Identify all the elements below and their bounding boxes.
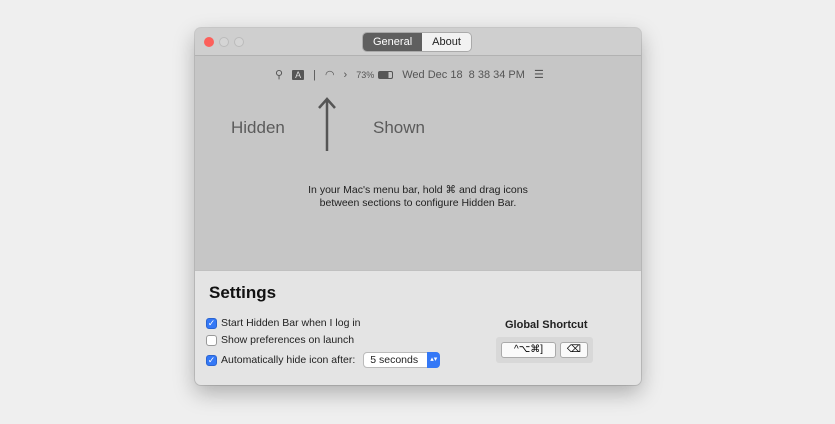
stepper-chevrons-icon: ▴▾ (427, 352, 441, 368)
input-source-icon: A (292, 69, 305, 80)
arrow-up-icon (318, 97, 336, 151)
checkbox-label: Start Hidden Bar when I log in (221, 317, 361, 329)
show-prefs-checkbox[interactable]: Show preferences on launch (206, 334, 354, 346)
shortcut-recorder: ^⌥⌘] ⌫ (496, 337, 593, 363)
battery-percent: 73% (356, 69, 375, 80)
instructions: In your Mac's menu bar, hold ⌘ and drag … (195, 184, 641, 210)
tab-about[interactable]: About (422, 33, 471, 51)
separator-icon: | (313, 68, 316, 81)
checkmark-icon: ✓ (206, 317, 217, 329)
zoom-button[interactable] (234, 37, 244, 47)
chevron-right-icon: › (343, 68, 348, 81)
menu-bar-preview: ⚲ A | ◠ › 73% Wed Dec 18 8 38 34 PM ☰ (275, 68, 544, 82)
auto-hide-checkbox[interactable]: ✓ Automatically hide icon after: 5 second… (206, 352, 441, 368)
instruction-line: In your Mac's menu bar, hold ⌘ and drag … (308, 184, 528, 196)
clock: Wed Dec 18 8 38 34 PM (402, 68, 525, 81)
search-icon: ⚲ (275, 69, 284, 81)
instruction-line: between sections to configure Hidden Bar… (319, 197, 517, 209)
auto-hide-select[interactable]: 5 seconds ▴▾ (363, 352, 441, 368)
checkbox-box (206, 334, 217, 346)
clear-shortcut-button[interactable]: ⌫ (560, 342, 588, 358)
select-value: 5 seconds (370, 354, 419, 366)
shortcut-button[interactable]: ^⌥⌘] (501, 342, 556, 358)
settings-title: Settings (209, 283, 277, 302)
checkbox-label: Automatically hide icon after: (221, 354, 356, 366)
list-icon: ☰ (533, 69, 544, 81)
settings-panel: Settings ✓ Start Hidden Bar when I log in… (195, 270, 641, 385)
close-button[interactable] (204, 37, 214, 47)
checkmark-icon: ✓ (206, 354, 217, 366)
global-shortcut-label: Global Shortcut (505, 319, 588, 331)
battery-icon (378, 70, 394, 79)
wifi-icon: ◠ (324, 69, 335, 81)
tab-general[interactable]: General (363, 33, 423, 51)
minimize-button[interactable] (219, 37, 229, 47)
start-login-checkbox[interactable]: ✓ Start Hidden Bar when I log in (206, 317, 361, 329)
preferences-window: General About ⚲ A | ◠ › 73% Wed Dec 18 8… (195, 28, 641, 385)
title-bar: General About (195, 28, 641, 56)
shown-label: Shown (373, 118, 425, 137)
hidden-label: Hidden (231, 118, 285, 137)
tab-bar: General About (363, 33, 471, 51)
checkbox-label: Show preferences on launch (221, 334, 355, 346)
